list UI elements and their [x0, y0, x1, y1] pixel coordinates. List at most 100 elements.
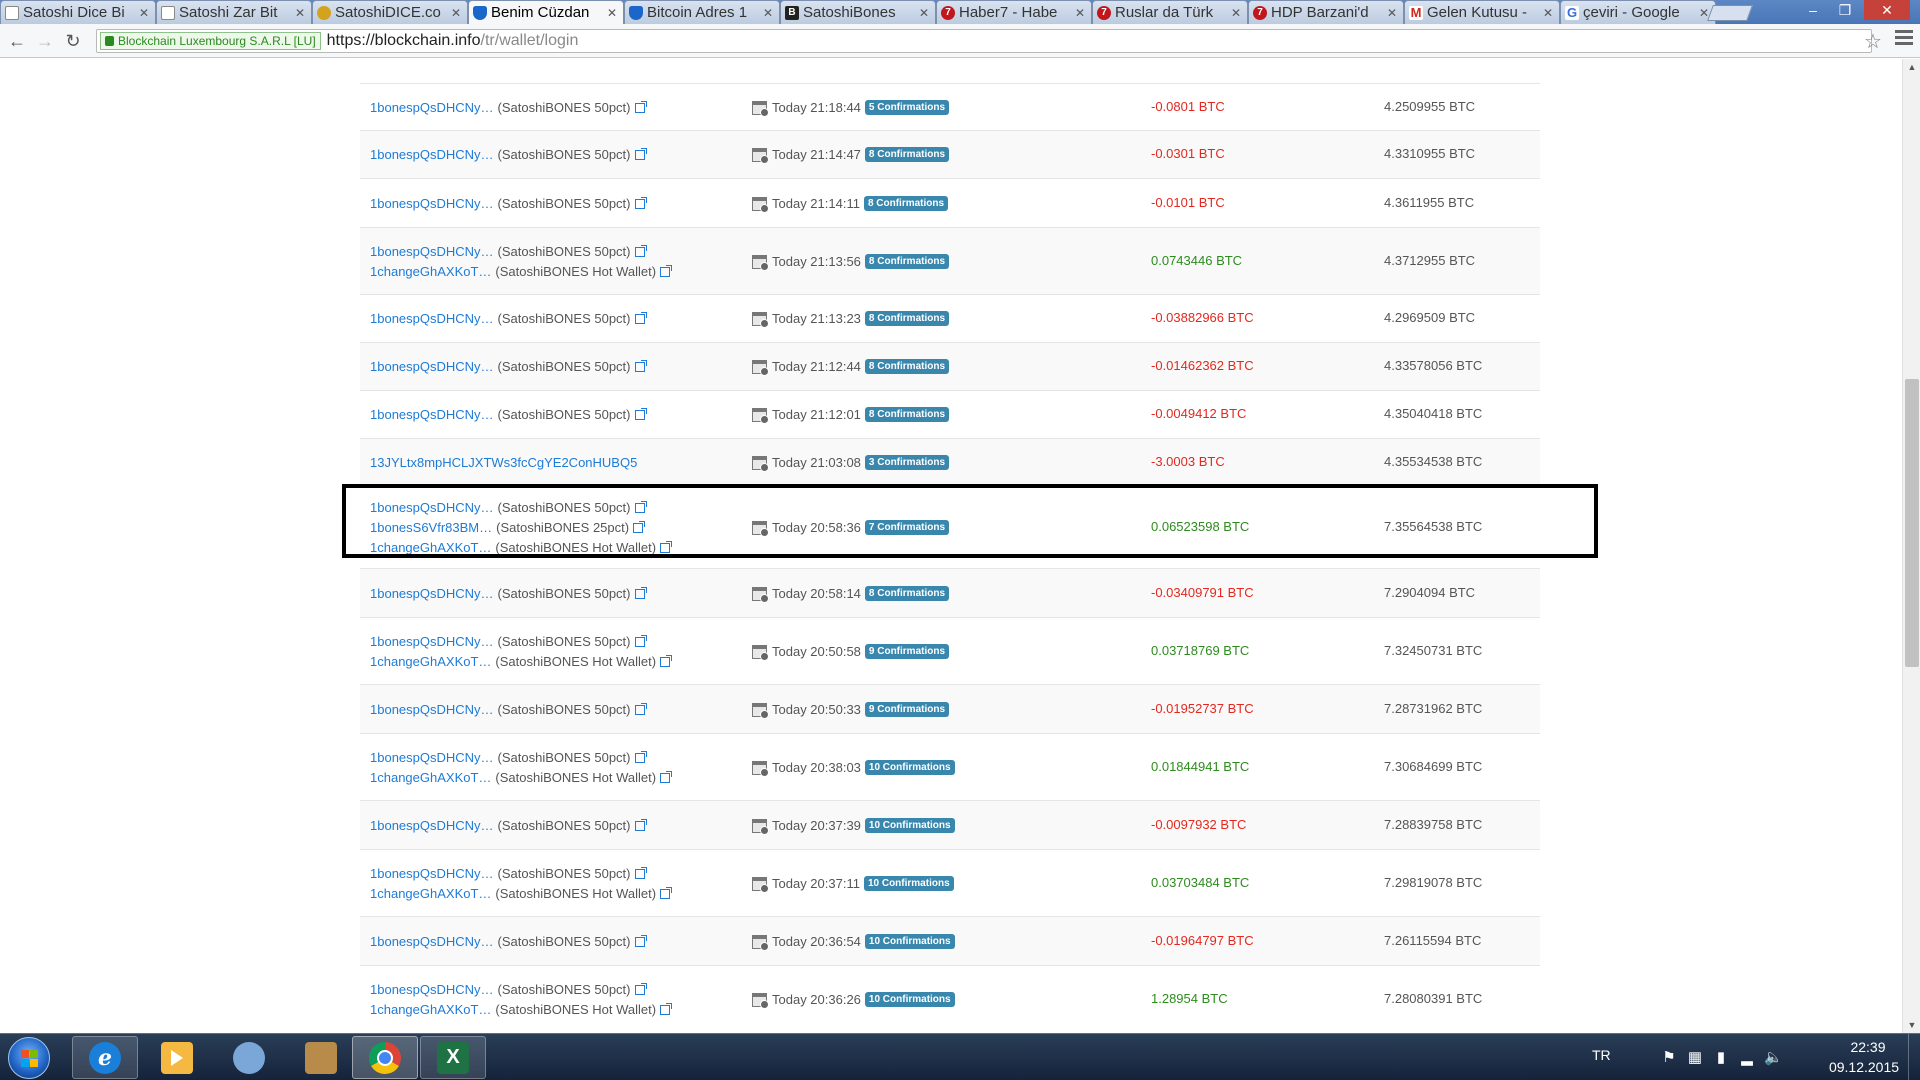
transaction-time[interactable]: Today 20:50:33 — [772, 702, 861, 717]
external-link-icon[interactable] — [634, 501, 647, 513]
external-link-icon[interactable] — [634, 703, 647, 715]
browser-tab[interactable]: SatoshiDICE.co ✕ — [312, 0, 468, 24]
forward-arrow-icon[interactable]: → — [34, 30, 56, 52]
tab-close-icon[interactable]: ✕ — [761, 6, 775, 20]
address-link[interactable]: 1bonespQsDHCNy… — [370, 147, 494, 162]
maximize-icon[interactable]: ❐ — [1830, 0, 1860, 20]
address-link[interactable]: 1changeGhAXKoT… — [370, 770, 491, 785]
external-link-icon[interactable] — [634, 312, 647, 324]
clock-date[interactable]: 09.12.2015 — [1824, 1059, 1904, 1075]
transaction-time[interactable]: Today 21:18:44 — [772, 100, 861, 115]
media-player-taskbar-button[interactable] — [144, 1036, 210, 1079]
url-text[interactable]: https://blockchain.info/tr/wallet/login — [327, 32, 579, 50]
address-link[interactable]: 1bonespQsDHCNy… — [370, 702, 494, 717]
address-link[interactable]: 1bonespQsDHCNy… — [370, 500, 494, 515]
transaction-time[interactable]: Today 20:58:14 — [772, 586, 861, 601]
address-link[interactable]: 1bonespQsDHCNy… — [370, 100, 494, 115]
address-link[interactable]: 1bonespQsDHCNy… — [370, 196, 494, 211]
transaction-time[interactable]: Today 20:36:26 — [772, 992, 861, 1007]
transaction-time[interactable]: Today 21:14:11 — [772, 196, 860, 211]
address-link[interactable]: 1bonespQsDHCNy… — [370, 982, 494, 997]
browser-tab[interactable]: 7 Haber7 - Habe ✕ — [936, 0, 1092, 24]
address-link[interactable]: 1bonespQsDHCNy… — [370, 866, 494, 881]
external-link-icon[interactable] — [634, 587, 647, 599]
external-link-icon[interactable] — [660, 655, 673, 667]
address-link[interactable]: 1bonespQsDHCNy… — [370, 818, 494, 833]
external-link-icon[interactable] — [634, 751, 647, 763]
scroll-up-icon[interactable]: ▲ — [1903, 59, 1920, 75]
minimize-icon[interactable]: – — [1798, 0, 1828, 20]
browser-tab[interactable]: Gçeviri - Google ✕ — [1560, 0, 1716, 24]
address-link[interactable]: 1bonespQsDHCNy… — [370, 244, 494, 259]
external-link-icon[interactable] — [634, 867, 647, 879]
browser-tab[interactable]: 7 HDP Barzani'd ✕ — [1248, 0, 1404, 24]
external-link-icon[interactable] — [634, 819, 647, 831]
external-link-icon[interactable] — [634, 197, 647, 209]
address-bar[interactable]: Blockchain Luxembourg S.A.R.L [LU] https… — [96, 29, 1872, 53]
transaction-time[interactable]: Today 21:12:44 — [772, 359, 861, 374]
reload-icon[interactable]: ↻ — [62, 30, 84, 52]
network-signal-icon[interactable]: ▂ — [1738, 1048, 1756, 1066]
show-desktop-button[interactable] — [1908, 1034, 1920, 1080]
internet-explorer-taskbar-button[interactable]: e — [72, 1036, 138, 1079]
external-link-icon[interactable] — [660, 1003, 673, 1015]
transaction-time[interactable]: Today 20:58:36 — [772, 520, 861, 535]
address-link[interactable]: 1bonespQsDHCNy… — [370, 634, 494, 649]
external-link-icon[interactable] — [634, 408, 647, 420]
transaction-time[interactable]: Today 20:37:11 — [772, 876, 860, 891]
tab-close-icon[interactable]: ✕ — [1073, 6, 1087, 20]
external-link-icon[interactable] — [660, 771, 673, 783]
tab-close-icon[interactable]: ✕ — [1385, 6, 1399, 20]
transaction-time[interactable]: Today 20:37:39 — [772, 818, 861, 833]
power-battery-icon[interactable]: ▮ — [1712, 1048, 1730, 1066]
address-link[interactable]: 1bonespQsDHCNy… — [370, 407, 494, 422]
external-link-icon[interactable] — [660, 265, 673, 277]
scroll-down-icon[interactable]: ▼ — [1903, 1017, 1920, 1033]
messenger-taskbar-button[interactable] — [216, 1036, 282, 1079]
volume-icon[interactable]: 🔈 — [1764, 1048, 1783, 1066]
transaction-time[interactable]: Today 20:50:58 — [772, 644, 861, 659]
external-link-icon[interactable] — [634, 245, 647, 257]
browser-tab[interactable]: Bitcoin Adres 1 ✕ — [624, 0, 780, 24]
new-tab-button[interactable] — [1707, 5, 1753, 21]
action-center-flag-icon[interactable]: ⚑ — [1660, 1048, 1678, 1066]
tab-close-icon[interactable]: ✕ — [1229, 6, 1243, 20]
tab-close-icon[interactable]: ✕ — [605, 6, 619, 20]
windows-update-icon[interactable]: ▦ — [1686, 1048, 1704, 1066]
transaction-time[interactable]: Today 21:12:01 — [772, 407, 861, 422]
back-arrow-icon[interactable]: ← — [6, 30, 28, 52]
ev-certificate-badge[interactable]: Blockchain Luxembourg S.A.R.L [LU] — [100, 32, 321, 50]
external-link-icon[interactable] — [634, 983, 647, 995]
browser-tab[interactable]: B SatoshiBones ✕ — [780, 0, 936, 24]
external-link-icon[interactable] — [634, 148, 647, 160]
google-chrome-taskbar-button[interactable] — [352, 1036, 418, 1079]
excel-taskbar-button[interactable]: X — [420, 1036, 486, 1079]
address-link[interactable]: 1changeGhAXKoT… — [370, 654, 491, 669]
tab-close-icon[interactable]: ✕ — [917, 6, 931, 20]
language-indicator[interactable]: TR — [1592, 1047, 1611, 1063]
archive-manager-taskbar-button[interactable] — [288, 1036, 354, 1079]
transaction-time[interactable]: Today 21:13:23 — [772, 311, 861, 326]
tab-close-icon[interactable]: ✕ — [137, 6, 151, 20]
address-link[interactable]: 1changeGhAXKoT… — [370, 886, 491, 901]
close-window-icon[interactable]: ✕ — [1864, 0, 1910, 20]
address-link[interactable]: 1bonespQsDHCNy… — [370, 311, 494, 326]
transaction-time[interactable]: Today 21:14:47 — [772, 147, 861, 162]
address-link[interactable]: 1changeGhAXKoT… — [370, 540, 491, 555]
page-scrollbar[interactable]: ▲ ▼ — [1902, 59, 1920, 1033]
address-link[interactable]: 1bonespQsDHCNy… — [370, 934, 494, 949]
scrollbar-thumb[interactable] — [1905, 379, 1919, 667]
chrome-menu-icon[interactable] — [1895, 30, 1913, 48]
tab-close-icon[interactable]: ✕ — [449, 6, 463, 20]
external-link-icon[interactable] — [633, 521, 646, 533]
external-link-icon[interactable] — [634, 635, 647, 647]
address-link[interactable]: 1changeGhAXKoT… — [370, 1002, 491, 1017]
address-link[interactable]: 1bonespQsDHCNy… — [370, 586, 494, 601]
external-link-icon[interactable] — [634, 360, 647, 372]
start-button[interactable] — [8, 1037, 50, 1079]
external-link-icon[interactable] — [634, 101, 647, 113]
transaction-time[interactable]: Today 21:03:08 — [772, 455, 861, 470]
browser-tab[interactable]: Satoshi Zar Bit ✕ — [156, 0, 312, 24]
address-link[interactable]: 1bonesS6Vfr83BM… — [370, 520, 492, 535]
clock-time[interactable]: 22:39 — [1838, 1039, 1898, 1055]
